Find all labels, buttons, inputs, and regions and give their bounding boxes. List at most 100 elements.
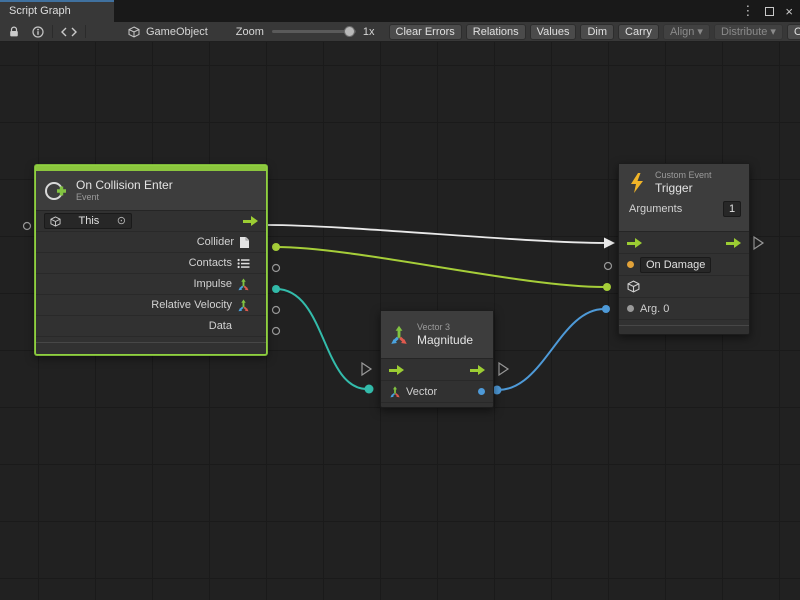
node-header[interactable]: Custom Event Trigger Arguments 1 bbox=[619, 164, 749, 232]
zoom-value: 1x bbox=[363, 26, 375, 38]
tab-script-graph[interactable]: Script Graph bbox=[0, 0, 114, 22]
tab-bar: Script Graph ⋮ × bbox=[0, 0, 800, 22]
trigger-target-port[interactable] bbox=[603, 283, 611, 291]
magnitude-flow-out-port[interactable] bbox=[499, 363, 508, 375]
target-object-field[interactable]: This ⊙ bbox=[44, 213, 132, 229]
relative-velocity-output-port[interactable] bbox=[273, 307, 280, 314]
cube-icon bbox=[50, 216, 61, 227]
object-picker-icon[interactable]: ⊙ bbox=[117, 216, 126, 227]
close-icon[interactable]: × bbox=[785, 4, 793, 19]
wire-collider-to-target[interactable] bbox=[276, 247, 604, 287]
flow-input-arrow-icon[interactable] bbox=[389, 365, 404, 375]
graph-toolbar: GameObject Zoom 1x Clear Errors Relation… bbox=[0, 22, 800, 42]
zoom-slider[interactable] bbox=[272, 30, 356, 33]
arg0-port-dot[interactable] bbox=[627, 305, 634, 312]
arg0-label: Arg. 0 bbox=[640, 303, 669, 315]
node-footer bbox=[36, 342, 266, 351]
node-vector3-magnitude[interactable]: Vector 3 Magnitude Vector bbox=[380, 310, 494, 408]
arguments-label: Arguments bbox=[629, 203, 682, 215]
chevron-down-icon: ▾ bbox=[697, 25, 703, 38]
port-row: This ⊙ bbox=[36, 211, 266, 232]
node-trigger-custom-event[interactable]: Custom Event Trigger Arguments 1 bbox=[618, 163, 750, 335]
unity-editor-window: Script Graph ⋮ × bbox=[0, 0, 800, 600]
event-name-field[interactable]: On Damage bbox=[640, 257, 711, 273]
active-tab-accent bbox=[0, 0, 114, 2]
carry-button[interactable]: Carry bbox=[618, 24, 659, 40]
vector-input-label: Vector bbox=[406, 386, 437, 398]
flow-output-arrow-icon[interactable] bbox=[243, 216, 258, 226]
trigger-arg0-port[interactable] bbox=[602, 305, 610, 313]
distribute-dropdown[interactable]: Distribute▾ bbox=[714, 24, 783, 40]
node-header[interactable]: Vector 3 Magnitude bbox=[381, 311, 493, 359]
overview-button[interactable]: Overview bbox=[787, 24, 800, 40]
port-row-target[interactable] bbox=[619, 276, 749, 298]
code-view-icon[interactable] bbox=[61, 27, 77, 37]
wire-magnitude-to-arg0[interactable] bbox=[498, 309, 604, 390]
target-value: This bbox=[79, 215, 100, 227]
string-port-dot[interactable] bbox=[627, 261, 634, 268]
flow-port-row bbox=[381, 359, 493, 381]
event-icon bbox=[44, 179, 68, 203]
port-row-contacts[interactable]: Contacts bbox=[36, 253, 266, 274]
lightning-bolt-icon bbox=[627, 172, 647, 194]
arguments-row: Arguments 1 bbox=[627, 201, 741, 217]
lock-icon[interactable] bbox=[8, 26, 20, 38]
dim-button[interactable]: Dim bbox=[580, 24, 614, 40]
port-row-impulse[interactable]: Impulse bbox=[36, 274, 266, 295]
relations-button[interactable]: Relations bbox=[466, 24, 526, 40]
zoom-slider-handle[interactable] bbox=[344, 26, 355, 37]
toolbar-separator bbox=[52, 25, 53, 38]
vector3-axes-icon bbox=[237, 278, 250, 291]
node-header[interactable]: On Collision Enter Event bbox=[36, 171, 266, 211]
this-input-port[interactable] bbox=[24, 223, 31, 230]
window-controls: ⋮ × bbox=[741, 0, 793, 22]
node-on-collision-enter[interactable]: On Collision Enter Event This ⊙ Col bbox=[35, 165, 267, 355]
vector3-axes-icon bbox=[389, 386, 401, 398]
values-button[interactable]: Values bbox=[530, 24, 577, 40]
data-output-port[interactable] bbox=[273, 328, 280, 335]
gameobject-label: GameObject bbox=[146, 26, 208, 38]
node-title: Magnitude bbox=[417, 333, 473, 347]
port-row-arg0[interactable]: Arg. 0 bbox=[619, 298, 749, 320]
flow-output-arrow-icon[interactable] bbox=[726, 238, 741, 248]
flow-output-arrow-icon[interactable] bbox=[470, 365, 485, 375]
node-subtitle: Event bbox=[76, 192, 173, 203]
node-footer bbox=[619, 325, 749, 334]
impulse-output-port[interactable] bbox=[272, 285, 280, 293]
node-title: On Collision Enter bbox=[76, 178, 173, 192]
maximize-icon[interactable] bbox=[765, 7, 774, 16]
toolbar-separator bbox=[85, 25, 86, 38]
info-icon[interactable] bbox=[32, 26, 44, 38]
window-menu-icon[interactable]: ⋮ bbox=[741, 3, 754, 19]
magnitude-result-dot[interactable] bbox=[478, 388, 485, 395]
node-category: Custom Event bbox=[655, 170, 712, 181]
graph-canvas[interactable]: On Collision Enter Event This ⊙ Col bbox=[0, 42, 800, 600]
port-row-relative-velocity[interactable]: Relative Velocity bbox=[36, 295, 266, 316]
collider-output-port[interactable] bbox=[272, 243, 280, 251]
magnitude-vector-input-port[interactable] bbox=[365, 385, 374, 394]
arguments-count-field[interactable]: 1 bbox=[723, 201, 741, 217]
gameobject-cube-icon bbox=[128, 26, 140, 38]
wire-impulse-to-vector[interactable] bbox=[276, 289, 367, 389]
port-row-vector[interactable]: Vector bbox=[381, 381, 493, 403]
wire-flow-oncollision-to-trigger[interactable] bbox=[268, 225, 606, 243]
port-row-collider[interactable]: Collider bbox=[36, 232, 266, 253]
event-name-input-port[interactable] bbox=[605, 263, 612, 270]
collider-file-icon bbox=[239, 236, 250, 249]
tab-title: Script Graph bbox=[9, 5, 71, 17]
contacts-list-icon bbox=[237, 258, 250, 269]
trigger-flow-out-port[interactable] bbox=[754, 237, 763, 249]
cube-icon bbox=[627, 280, 640, 293]
flow-input-arrow-icon[interactable] bbox=[627, 238, 642, 248]
port-row-data[interactable]: Data bbox=[36, 316, 266, 337]
contacts-output-port[interactable] bbox=[273, 265, 280, 272]
vector3-axes-icon bbox=[389, 325, 409, 345]
port-row-event-name[interactable]: On Damage bbox=[619, 254, 749, 276]
magnitude-flow-in-port[interactable] bbox=[362, 363, 371, 375]
zoom-label: Zoom bbox=[236, 26, 264, 38]
chevron-down-icon: ▾ bbox=[770, 25, 776, 38]
align-dropdown[interactable]: Align▾ bbox=[663, 24, 710, 40]
clear-errors-button[interactable]: Clear Errors bbox=[389, 24, 462, 40]
flow-port-row bbox=[619, 232, 749, 254]
node-title: Trigger bbox=[655, 181, 712, 195]
